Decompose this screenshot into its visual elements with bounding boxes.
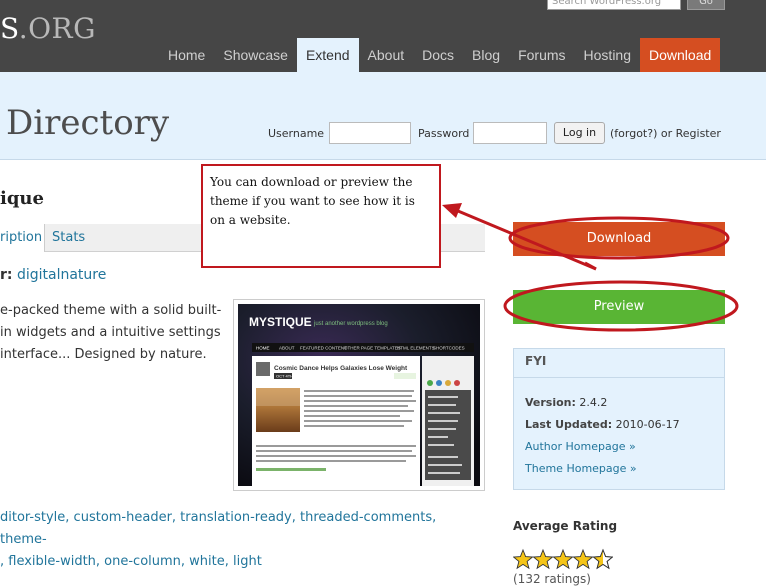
nav-hosting[interactable]: Hosting — [575, 38, 640, 72]
author-label: r: — [0, 267, 13, 283]
preview-tagline: just another wordpress blog — [313, 321, 388, 327]
preview-menu-3: OTHER PAGE TEMPLATES — [344, 346, 401, 351]
password-label: Password — [418, 127, 470, 140]
logo-partial: S — [0, 12, 19, 45]
average-rating-title: Average Rating — [513, 519, 618, 533]
rating-stars — [513, 548, 613, 570]
version-value: 2.4.2 — [579, 396, 608, 409]
theme-homepage-link[interactable]: Theme Homepage » — [525, 462, 637, 475]
theme-description: e-packed theme with a solid built-in wid… — [0, 303, 222, 362]
annotation-callout: You can download or preview the theme if… — [201, 164, 441, 268]
page-title: Directory — [6, 103, 170, 143]
theme-title: ique — [0, 188, 44, 209]
nav-showcase[interactable]: Showcase — [214, 38, 297, 72]
password-field[interactable] — [473, 122, 547, 144]
fyi-last-updated: Last Updated: 2010-06-17 — [525, 418, 680, 431]
main-nav: Home Showcase Extend About Docs Blog For… — [159, 38, 721, 72]
star-icon — [553, 549, 573, 569]
logo-suffix: .ORG — [18, 12, 96, 45]
fyi-title: FYI — [513, 348, 725, 378]
preview-menu-1: ABOUT — [279, 346, 295, 351]
search-input[interactable]: Search WordPress.org — [547, 0, 681, 10]
author-homepage-link[interactable]: Author Homepage » — [525, 440, 636, 453]
forgot-register-links[interactable]: (forgot?) or Register — [610, 127, 721, 140]
nav-download[interactable]: Download — [640, 38, 721, 72]
preview-post-date: OCT 4TH — [276, 374, 293, 379]
username-label: Username — [268, 127, 325, 140]
theme-screenshot[interactable]: MYSTIQUE just another wordpress blog HOM… — [233, 299, 485, 491]
login-button[interactable]: Log in — [554, 122, 605, 144]
version-label: Version: — [525, 396, 576, 409]
tab-stats[interactable]: Stats — [52, 224, 85, 251]
preview-menu-2: FEATURED CONTENT — [300, 346, 347, 351]
preview-site-title: MYSTIQUE — [249, 315, 312, 329]
star-icon — [533, 549, 553, 569]
tags-line-1[interactable]: ditor-style, custom-header, translation-… — [0, 507, 485, 551]
half-star-icon — [593, 549, 613, 569]
star-rating-graphic — [513, 549, 613, 569]
site-logo[interactable]: S.ORG — [0, 12, 96, 45]
search-go-button[interactable]: Go — [687, 0, 725, 10]
theme-screenshot-image: MYSTIQUE just another wordpress blog HOM… — [238, 304, 480, 486]
star-icon — [573, 549, 593, 569]
nav-extend[interactable]: Extend — [296, 38, 359, 72]
preview-menu-0: HOME — [256, 346, 270, 351]
author-link[interactable]: digitalnature — [17, 267, 106, 283]
nav-blog[interactable]: Blog — [463, 38, 509, 72]
preview-menu-4: HTML ELEMENTS — [397, 346, 435, 351]
callout-arrowhead-icon — [442, 203, 462, 218]
arrow-tail — [584, 261, 597, 271]
star-icon — [513, 549, 533, 569]
tags-line-2[interactable]: , flexible-width, one-column, white, lig… — [0, 551, 485, 573]
tab-description[interactable]: ription — [0, 224, 45, 252]
preview-post-title: Cosmic Dance Helps Galaxies Lose Weight — [274, 365, 408, 372]
nav-docs[interactable]: Docs — [413, 38, 463, 72]
theme-tags: ditor-style, custom-header, translation-… — [0, 507, 485, 573]
fyi-version: Version: 2.4.2 — [525, 396, 607, 409]
nav-forums[interactable]: Forums — [509, 38, 574, 72]
username-field[interactable] — [329, 122, 411, 144]
download-button[interactable]: Download — [513, 222, 725, 256]
updated-value: 2010-06-17 — [615, 418, 680, 431]
preview-button[interactable]: Preview — [513, 290, 725, 324]
nav-about[interactable]: About — [359, 38, 414, 72]
updated-label: Last Updated: — [525, 418, 613, 431]
author-line: r: digitalnature — [0, 267, 106, 283]
preview-menu-5: SHORTCODES — [433, 346, 465, 351]
nav-home[interactable]: Home — [159, 38, 214, 72]
